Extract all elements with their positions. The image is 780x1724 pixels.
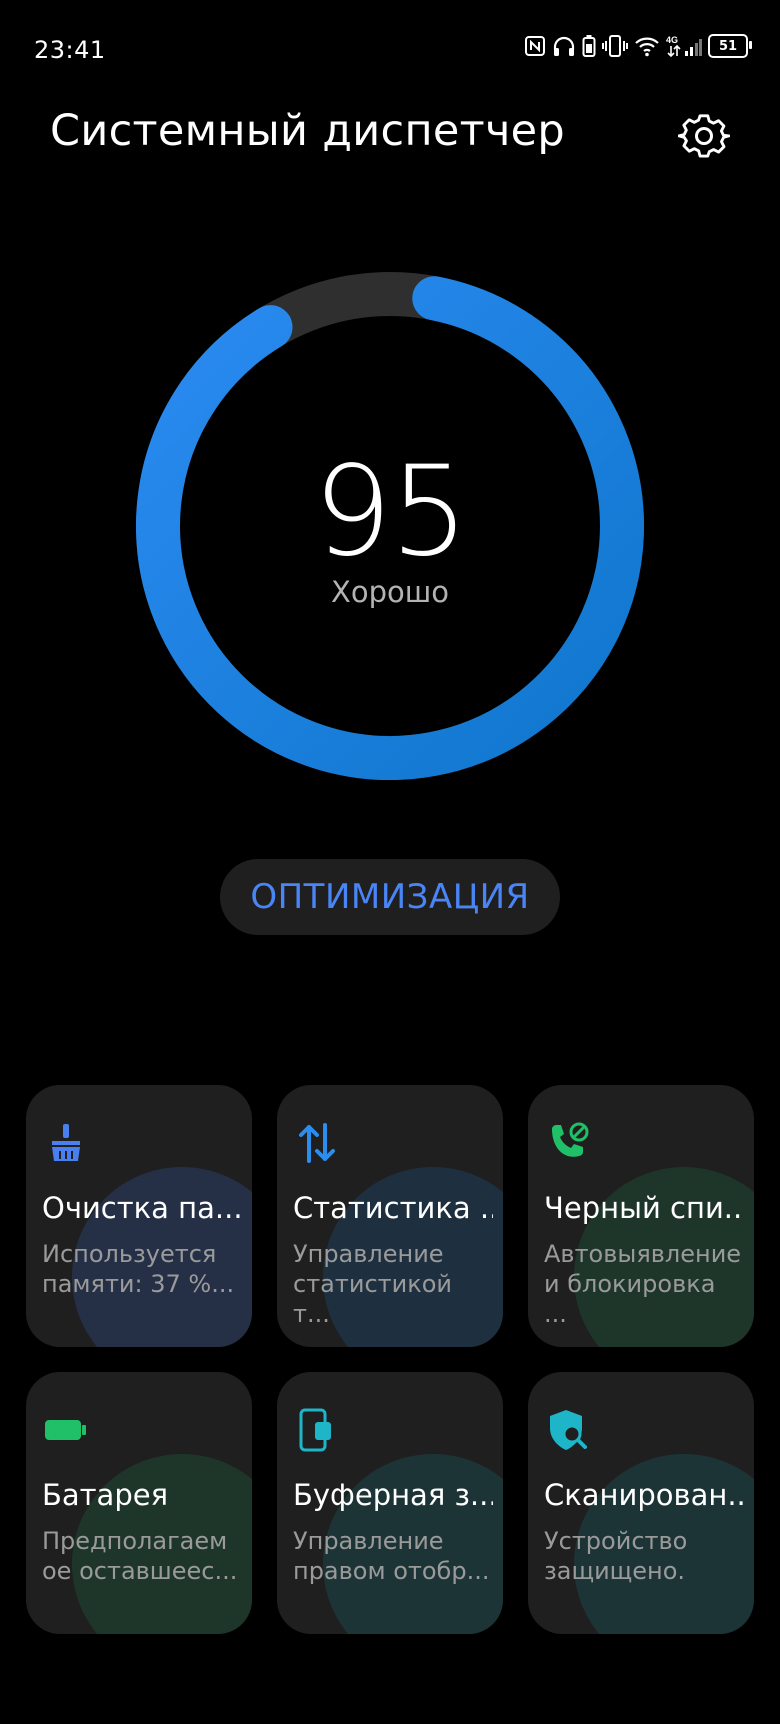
battery-saver-icon xyxy=(582,35,596,57)
tile-subtitle-line: Предполагаем xyxy=(42,1527,228,1555)
tile-data-statistics[interactable]: Статистика ... Управление статистикой т.… xyxy=(277,1085,503,1347)
tile-subtitle-line: правом отобр... xyxy=(293,1557,490,1585)
tile-clipboard[interactable]: Буферная з... Управление правом отобр... xyxy=(277,1372,503,1634)
tile-subtitle-line: защищено. xyxy=(544,1557,686,1585)
gear-icon[interactable] xyxy=(678,110,730,162)
headphones-icon xyxy=(553,36,575,56)
tile-virus-scan[interactable]: Сканирован... Устройство защищено. xyxy=(528,1372,754,1634)
tile-battery[interactable]: Батарея Предполагаем ое оставшеес... xyxy=(26,1372,252,1634)
nfc-icon xyxy=(525,36,545,56)
tile-subtitle: Управление правом отобр... xyxy=(293,1526,493,1586)
tile-subtitle: Предполагаем ое оставшеес... xyxy=(42,1526,242,1586)
score-status: Хорошо xyxy=(330,575,450,609)
status-time: 23:41 xyxy=(34,36,106,64)
wifi-icon xyxy=(635,37,659,57)
tile-title: Буферная з... xyxy=(293,1478,493,1512)
tile-subtitle-line: Автовыявление xyxy=(544,1240,742,1268)
vibrate-icon xyxy=(602,35,628,57)
tile-subtitle-line: и блокировка ... xyxy=(544,1270,716,1328)
tile-title: Черный спи... xyxy=(544,1191,744,1225)
tile-subtitle: Устройство защищено. xyxy=(544,1526,744,1586)
tile-subtitle-line: ое оставшеес... xyxy=(42,1557,238,1585)
tile-memory-cleanup[interactable]: Очистка па... Используется памяти: 37 %.… xyxy=(26,1085,252,1347)
tile-subtitle: Управление статистикой т... xyxy=(293,1239,493,1329)
tile-subtitle-line: Устройство xyxy=(544,1527,688,1555)
tile-subtitle: Автовыявление и блокировка ... xyxy=(544,1239,744,1329)
shield-search-icon xyxy=(550,1410,587,1450)
tile-subtitle-line: памяти: 37 %... xyxy=(42,1270,235,1298)
blocked-call-icon xyxy=(552,1122,589,1157)
4g-signal-icon: 4G xyxy=(666,35,702,58)
tile-subtitle-line: статистикой т... xyxy=(293,1270,453,1328)
data-transfer-icon xyxy=(299,1123,335,1163)
clipboard-phone-icon xyxy=(299,1408,331,1452)
battery-icon xyxy=(45,1420,86,1440)
score-value: 95 xyxy=(313,440,469,584)
broom-icon xyxy=(52,1124,80,1161)
page-title: Системный диспетчер xyxy=(50,106,566,156)
battery-level: 51 xyxy=(718,38,738,54)
tile-title: Сканирован... xyxy=(544,1478,744,1512)
tile-title: Статистика ... xyxy=(293,1191,493,1225)
status-bar: 23:41 4G 51 xyxy=(0,0,780,100)
network-label: 4G xyxy=(666,35,678,45)
tile-subtitle-line: Управление xyxy=(293,1240,444,1268)
tile-title: Очистка па... xyxy=(42,1191,242,1225)
optimize-button[interactable]: ОПТИМИЗАЦИЯ xyxy=(220,859,560,935)
tile-title: Батарея xyxy=(42,1478,169,1512)
tile-subtitle: Используется памяти: 37 %... xyxy=(42,1239,242,1299)
tile-subtitle-line: Управление xyxy=(293,1527,444,1555)
tile-blacklist[interactable]: Черный спи... Автовыявление и блокировка… xyxy=(528,1085,754,1347)
battery-icon: 51 xyxy=(708,34,752,58)
tile-subtitle-line: Используется xyxy=(42,1240,217,1268)
status-icons: 4G 51 xyxy=(524,34,752,58)
